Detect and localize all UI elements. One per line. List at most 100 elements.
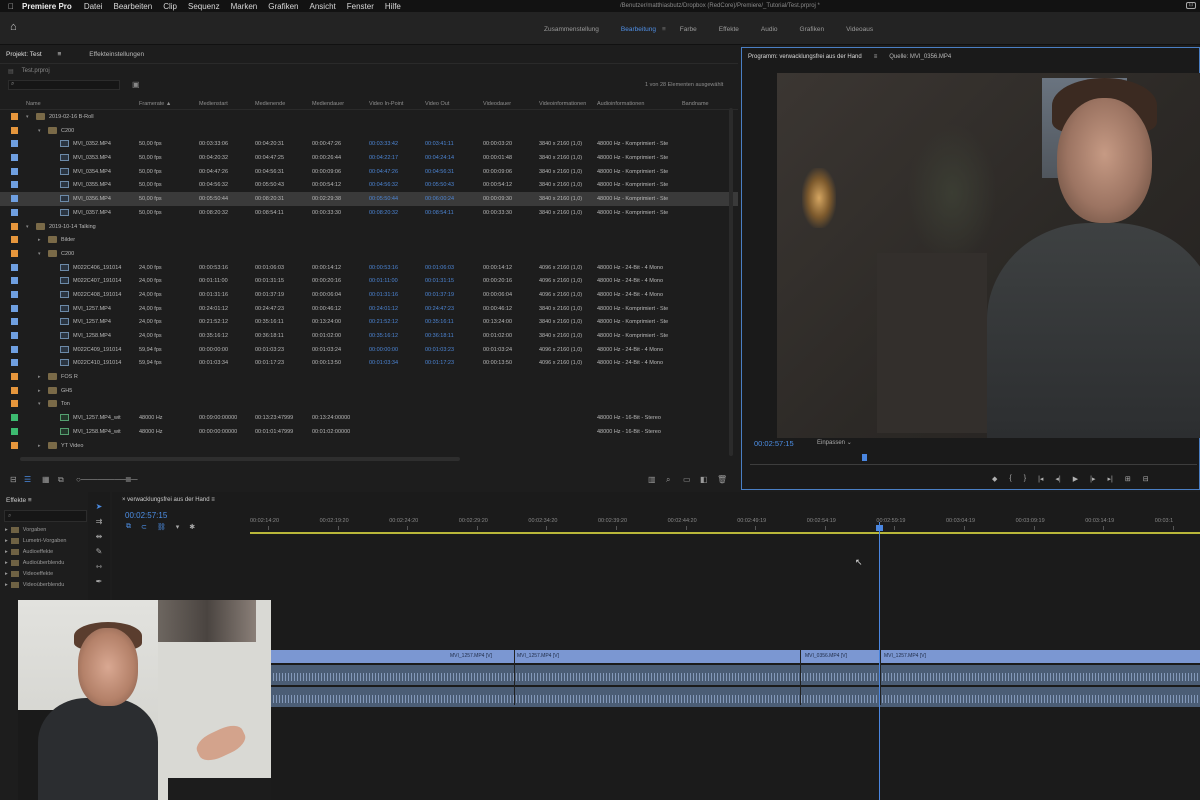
label-color-swatch[interactable]: [11, 345, 18, 353]
program-scrub-bar[interactable]: [750, 464, 1197, 465]
menubar-status-icon[interactable]: ⊡: [1186, 2, 1196, 9]
column-header-video-out[interactable]: Video Out: [425, 101, 449, 107]
table-row[interactable]: MVI_1257.MP4 24,00 fps 00:24:01:12 00:24:47…: [0, 302, 738, 316]
table-row[interactable]: MVI_0353.MP4 50,00 fps 00:04:20:32 00:04:47…: [0, 151, 738, 165]
program-timecode[interactable]: 00:02:57:15: [754, 439, 794, 448]
disclosure-closed-icon[interactable]: ▸: [38, 374, 41, 380]
snap-icon[interactable]: ⊂: [141, 523, 147, 531]
menu-fenster[interactable]: Fenster: [347, 2, 374, 11]
column-header-video-info[interactable]: Videoinformationen: [539, 101, 586, 107]
column-header-media-duration[interactable]: Mediendauer: [312, 101, 344, 107]
edit-point[interactable]: [800, 650, 801, 705]
trash-icon[interactable]: 🗑: [717, 475, 727, 484]
label-color-swatch[interactable]: [11, 400, 18, 408]
new-item-icon[interactable]: ◧: [700, 475, 708, 484]
label-color-swatch[interactable]: [11, 414, 18, 422]
step-forward-icon[interactable]: |▸: [1090, 475, 1095, 483]
column-header-video-in[interactable]: Video In-Point: [369, 101, 403, 107]
tab-project[interactable]: Projekt: Test ≡: [6, 51, 75, 58]
effects-item-lumetri[interactable]: ▸ Lumetri-Vorgaben: [0, 535, 88, 546]
label-color-swatch[interactable]: [11, 236, 18, 244]
label-color-swatch[interactable]: [11, 195, 18, 203]
effects-item-video-transitions[interactable]: ▸ Videoüberblendu: [0, 579, 88, 590]
home-icon[interactable]: ⌂: [10, 21, 22, 33]
menu-hilfe[interactable]: Hilfe: [385, 2, 401, 11]
table-row[interactable]: MVI_1258.MP4 24,00 fps 00:35:16:12 00:36:18…: [0, 329, 738, 343]
work-area-bar[interactable]: [250, 532, 1200, 534]
effects-search-input[interactable]: [4, 510, 87, 522]
timeline-clip[interactable]: MVI_1257.MP4 [V]: [517, 653, 559, 659]
menu-clip[interactable]: Clip: [163, 2, 177, 11]
label-color-swatch[interactable]: [11, 441, 18, 449]
mark-in-icon[interactable]: {: [1009, 475, 1011, 483]
effects-panel-title[interactable]: Effekte ≡: [0, 492, 88, 508]
label-color-swatch[interactable]: [11, 249, 18, 257]
table-row[interactable]: M022C408_191014 24,00 fps 00:01:31:16 00:01…: [0, 288, 738, 302]
video-track-v1[interactable]: [270, 650, 1200, 663]
add-marker-icon[interactable]: ◆: [992, 475, 997, 483]
pen-tool-icon[interactable]: ✒: [88, 577, 110, 592]
lift-icon[interactable]: ⊞: [1125, 475, 1131, 483]
label-color-swatch[interactable]: [11, 386, 18, 394]
step-back-icon[interactable]: ◂|: [1055, 475, 1060, 483]
workspace-tab-audio[interactable]: Audio: [761, 26, 778, 33]
label-color-swatch[interactable]: [11, 290, 18, 298]
bin-row[interactable]: ▾ 2019-10-14 Talking: [0, 220, 738, 234]
timeline-clip[interactable]: MVI_1257.MP4 [V]: [884, 653, 926, 659]
tab-program-menu-icon[interactable]: ≡: [874, 54, 878, 60]
table-row[interactable]: M022C410_191014 59,94 fps 00:01:03:34 00:01…: [0, 356, 738, 370]
table-row[interactable]: MVI_0356.MP4 50,00 fps 00:05:50:44 00:08:20…: [0, 192, 738, 206]
edit-point[interactable]: [514, 650, 515, 705]
column-header-name[interactable]: Name: [26, 101, 41, 107]
bin-row[interactable]: ▸ YT Video: [0, 439, 738, 453]
column-header-tape-name[interactable]: Bandname: [682, 101, 709, 107]
icon-view-icon[interactable]: ▦: [42, 475, 50, 484]
table-row[interactable]: MVI_0354.MP4 50,00 fps 00:04:47:26 00:04:56…: [0, 165, 738, 179]
tab-effect-controls[interactable]: Effekteinstellungen: [89, 51, 144, 58]
label-color-swatch[interactable]: [11, 263, 18, 271]
workspace-tab-videoaus[interactable]: Videoaus: [846, 26, 873, 33]
workspace-tab-zusammenstellung[interactable]: Zusammenstellung: [544, 26, 599, 33]
new-bin-icon[interactable]: ▣: [132, 80, 140, 89]
label-color-swatch[interactable]: [11, 208, 18, 216]
program-playhead[interactable]: [862, 454, 867, 461]
list-view-icon[interactable]: ☰: [24, 475, 31, 484]
table-row[interactable]: MVI_1257.MP4_wit 48000 Hz 00:09:00:00000 00…: [0, 411, 738, 425]
column-header-media-start[interactable]: Medienstart: [199, 101, 228, 107]
go-to-in-icon[interactable]: |◂: [1038, 475, 1043, 483]
audio-track-a1[interactable]: [270, 665, 1200, 685]
mark-out-icon[interactable]: }: [1024, 475, 1026, 483]
zoom-fit-select[interactable]: Einpassen ⌄: [817, 439, 852, 446]
label-color-swatch[interactable]: [11, 140, 18, 148]
table-row[interactable]: MVI_0352.MP4 50,00 fps 00:03:33:06 00:04:20…: [0, 137, 738, 151]
lock-icon[interactable]: ⊟: [10, 475, 17, 484]
app-name[interactable]: Premiere Pro: [22, 2, 72, 11]
tab-source[interactable]: Quelle: MVI_0356.MP4: [889, 54, 951, 60]
menu-marken[interactable]: Marken: [231, 2, 258, 11]
slip-tool-icon[interactable]: ⇿: [88, 562, 110, 577]
disclosure-closed-icon[interactable]: ▸: [38, 443, 41, 449]
table-row[interactable]: M022C406_191014 24,00 fps 00:00:53:16 00:01…: [0, 261, 738, 275]
bin-row[interactable]: ▾ C200: [0, 247, 738, 261]
disclosure-open-icon[interactable]: ▾: [38, 128, 41, 134]
table-row[interactable]: M022C407_191014 24,00 fps 00:01:11:00 00:01…: [0, 274, 738, 288]
nest-icon[interactable]: ⧉: [126, 523, 131, 531]
go-to-out-icon[interactable]: ▸|: [1108, 475, 1113, 483]
timeline-timecode[interactable]: 00:02:57:15: [125, 511, 167, 520]
find-icon[interactable]: ⌕: [666, 475, 670, 485]
apple-icon[interactable]: : [0, 2, 22, 11]
workspace-tab-effekte[interactable]: Effekte: [719, 26, 739, 33]
timeline-ruler[interactable]: 00:02:14:20 00:02:19:20 00:02:24:20 00:02:2…: [250, 516, 1200, 530]
effects-item-audio-transitions[interactable]: ▸ Audioüberblendu: [0, 557, 88, 568]
timeline-clip[interactable]: MVI_0356.MP4 [V]: [805, 653, 847, 659]
table-row[interactable]: M022C409_191014 59,94 fps 00:00:00:00 00:01…: [0, 343, 738, 357]
play-icon[interactable]: ▶: [1073, 475, 1078, 483]
label-color-swatch[interactable]: [11, 304, 18, 312]
project-horizontal-scrollbar[interactable]: [20, 457, 460, 461]
project-search-input[interactable]: [8, 80, 120, 90]
label-color-swatch[interactable]: [11, 359, 18, 367]
sequence-tab[interactable]: × verwacklungsfrei aus der Hand ≡: [122, 497, 215, 503]
bin-row[interactable]: ▸ GH5: [0, 384, 738, 398]
freeform-view-icon[interactable]: ⧉: [58, 475, 64, 485]
ripple-edit-tool-icon[interactable]: ⇹: [88, 532, 110, 547]
